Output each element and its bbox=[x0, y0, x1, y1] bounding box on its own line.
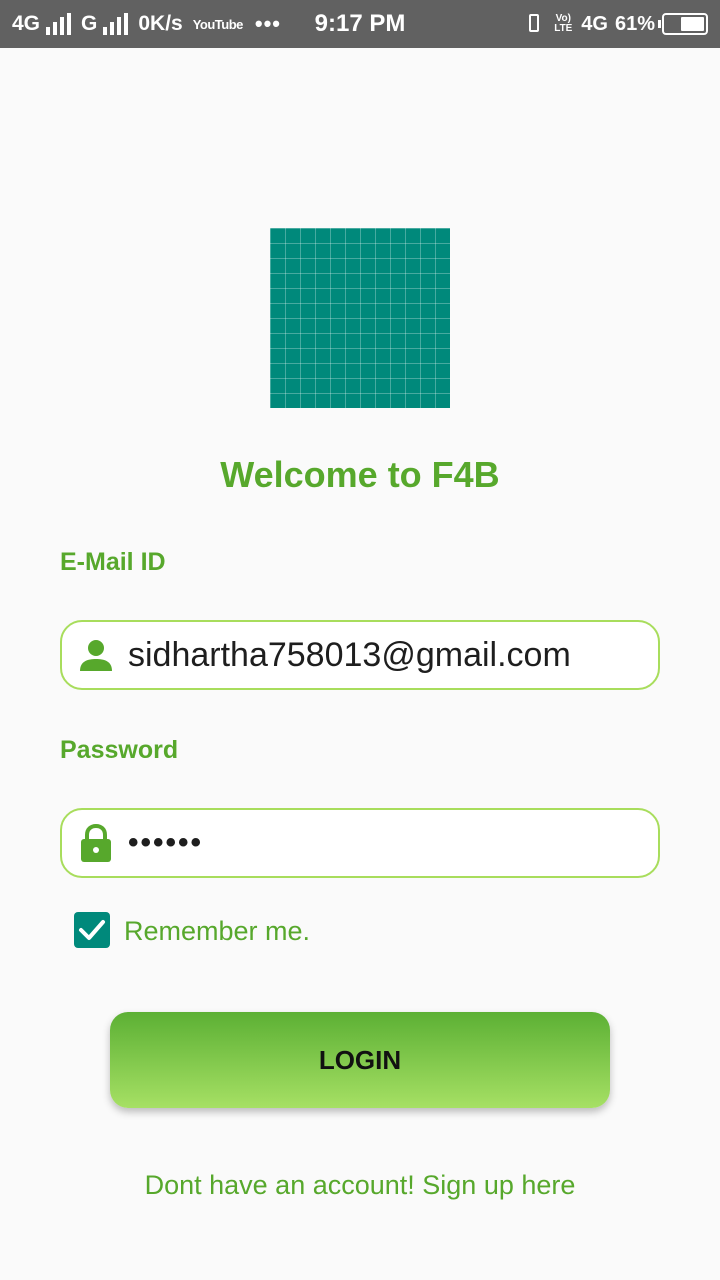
signup-link[interactable]: Dont have an account! Sign up here bbox=[0, 1170, 720, 1201]
battery-icon bbox=[658, 13, 708, 35]
vibrate-icon bbox=[523, 11, 545, 37]
battery-percent: 61% bbox=[614, 12, 655, 35]
network-3-label: 4G bbox=[581, 12, 608, 35]
login-button[interactable]: LOGIN bbox=[110, 1012, 610, 1108]
volte-icon: Vo) LTE bbox=[554, 13, 573, 34]
email-label: E-Mail ID bbox=[60, 548, 166, 576]
remember-checkbox[interactable] bbox=[74, 912, 110, 948]
password-field[interactable]: •••••• bbox=[60, 808, 660, 878]
person-icon bbox=[80, 640, 112, 671]
remember-label[interactable]: Remember me. bbox=[124, 912, 310, 950]
status-bar: 4G G 0K/s YouTube ••• 9:17 PM Vo) LTE 4G… bbox=[0, 0, 720, 48]
status-right: Vo) LTE 4G 61% bbox=[523, 0, 708, 48]
email-value[interactable]: sidhartha758013@gmail.com bbox=[128, 622, 571, 688]
email-field[interactable]: sidhartha758013@gmail.com bbox=[60, 620, 660, 690]
password-value[interactable]: •••••• bbox=[128, 810, 203, 876]
lock-icon bbox=[81, 823, 111, 862]
app-logo bbox=[270, 228, 450, 408]
password-label: Password bbox=[60, 736, 179, 764]
check-icon bbox=[79, 920, 105, 940]
welcome-title: Welcome to F4B bbox=[220, 454, 500, 495]
